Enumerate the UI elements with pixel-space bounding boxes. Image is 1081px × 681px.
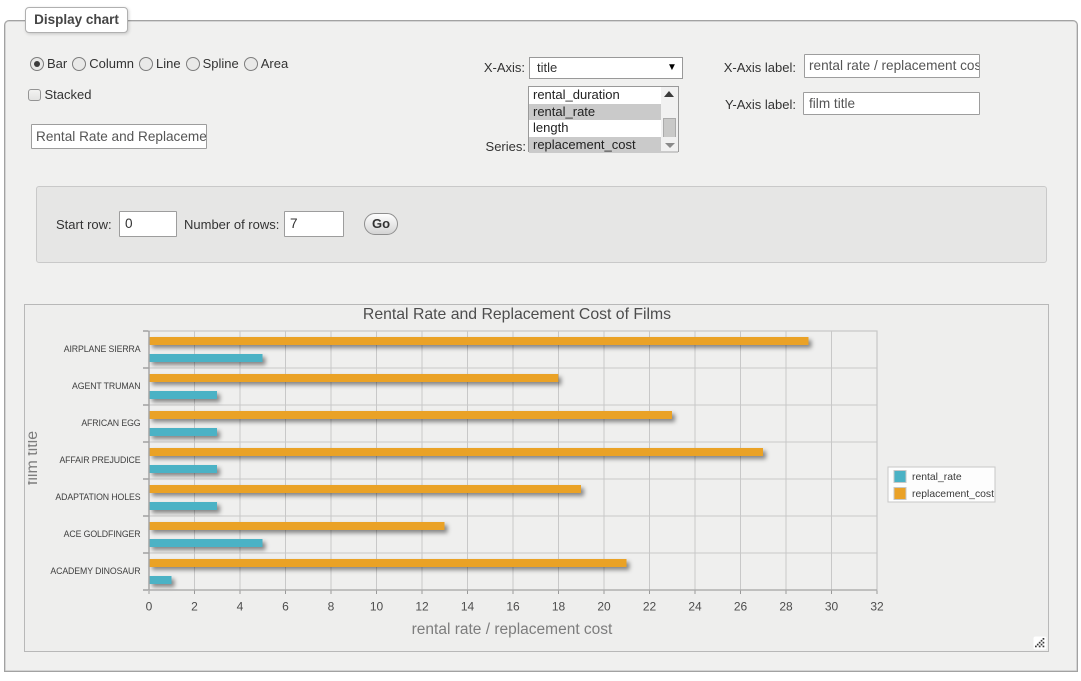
svg-text:30: 30 [825, 600, 839, 614]
svg-text:rental rate / replacement cost: rental rate / replacement cost [412, 621, 613, 638]
svg-text:18: 18 [552, 600, 566, 614]
svg-text:26: 26 [734, 600, 748, 614]
svg-text:AFFAIR PREJUDICE: AFFAIR PREJUDICE [59, 455, 140, 465]
svg-text:0: 0 [146, 600, 153, 614]
svg-text:replacement_cost: replacement_cost [912, 489, 994, 500]
svg-text:AIRPLANE SIERRA: AIRPLANE SIERRA [64, 344, 141, 354]
svg-text:4: 4 [237, 600, 244, 614]
svg-text:22: 22 [643, 600, 657, 614]
svg-text:24: 24 [688, 600, 702, 614]
svg-text:ACADEMY DINOSAUR: ACADEMY DINOSAUR [50, 566, 140, 576]
svg-text:AFRICAN EGG: AFRICAN EGG [81, 418, 140, 428]
svg-text:Rental Rate and Replacement Co: Rental Rate and Replacement Cost of Film… [363, 306, 671, 323]
svg-text:2: 2 [191, 600, 198, 614]
svg-text:ADAPTATION HOLES: ADAPTATION HOLES [55, 492, 140, 502]
svg-text:14: 14 [461, 600, 475, 614]
svg-text:28: 28 [779, 600, 793, 614]
svg-text:12: 12 [415, 600, 429, 614]
svg-text:16: 16 [506, 600, 520, 614]
svg-text:AGENT TRUMAN: AGENT TRUMAN [72, 381, 140, 391]
svg-text:6: 6 [282, 600, 289, 614]
svg-text:10: 10 [370, 600, 384, 614]
svg-text:ACE GOLDFINGER: ACE GOLDFINGER [64, 529, 141, 539]
svg-text:20: 20 [597, 600, 611, 614]
svg-text:8: 8 [328, 600, 335, 614]
svg-text:film title: film title [28, 431, 41, 485]
svg-text:rental_rate: rental_rate [912, 472, 962, 483]
svg-text:32: 32 [870, 600, 884, 614]
